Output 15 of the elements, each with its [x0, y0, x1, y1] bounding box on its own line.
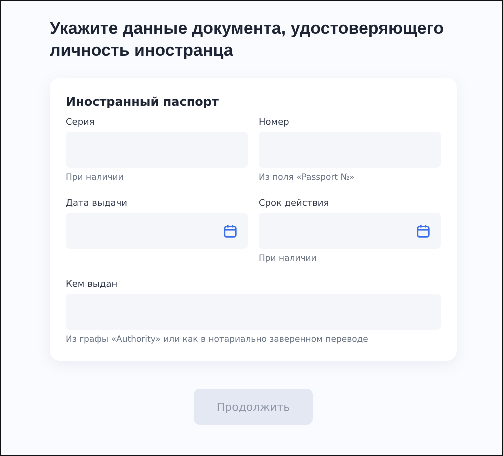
- field-label: Серия: [66, 117, 96, 130]
- calendar-icon[interactable]: [223, 224, 238, 238]
- hint-text: При наличии: [259, 253, 318, 266]
- field-label: Срок действия: [259, 198, 330, 211]
- hint-text: Из поля «Passport №»: [259, 172, 356, 185]
- page-title: Укажите данные документа, удостоверяющего личность иностранца: [50, 18, 446, 62]
- card-heading: Иностранный паспорт: [66, 95, 220, 109]
- date-field[interactable]: [66, 213, 248, 249]
- calendar-icon[interactable]: [416, 224, 431, 238]
- date-field[interactable]: [259, 213, 441, 249]
- hint-text: Из графы «Authority» или как в нотариально заверенном переводе: [66, 334, 370, 347]
- hint-text: При наличии: [66, 172, 125, 185]
- field-label: Дата выдачи: [66, 198, 128, 211]
- field-label: Номер: [259, 117, 290, 130]
- field-label: Кем выдан: [66, 279, 119, 292]
